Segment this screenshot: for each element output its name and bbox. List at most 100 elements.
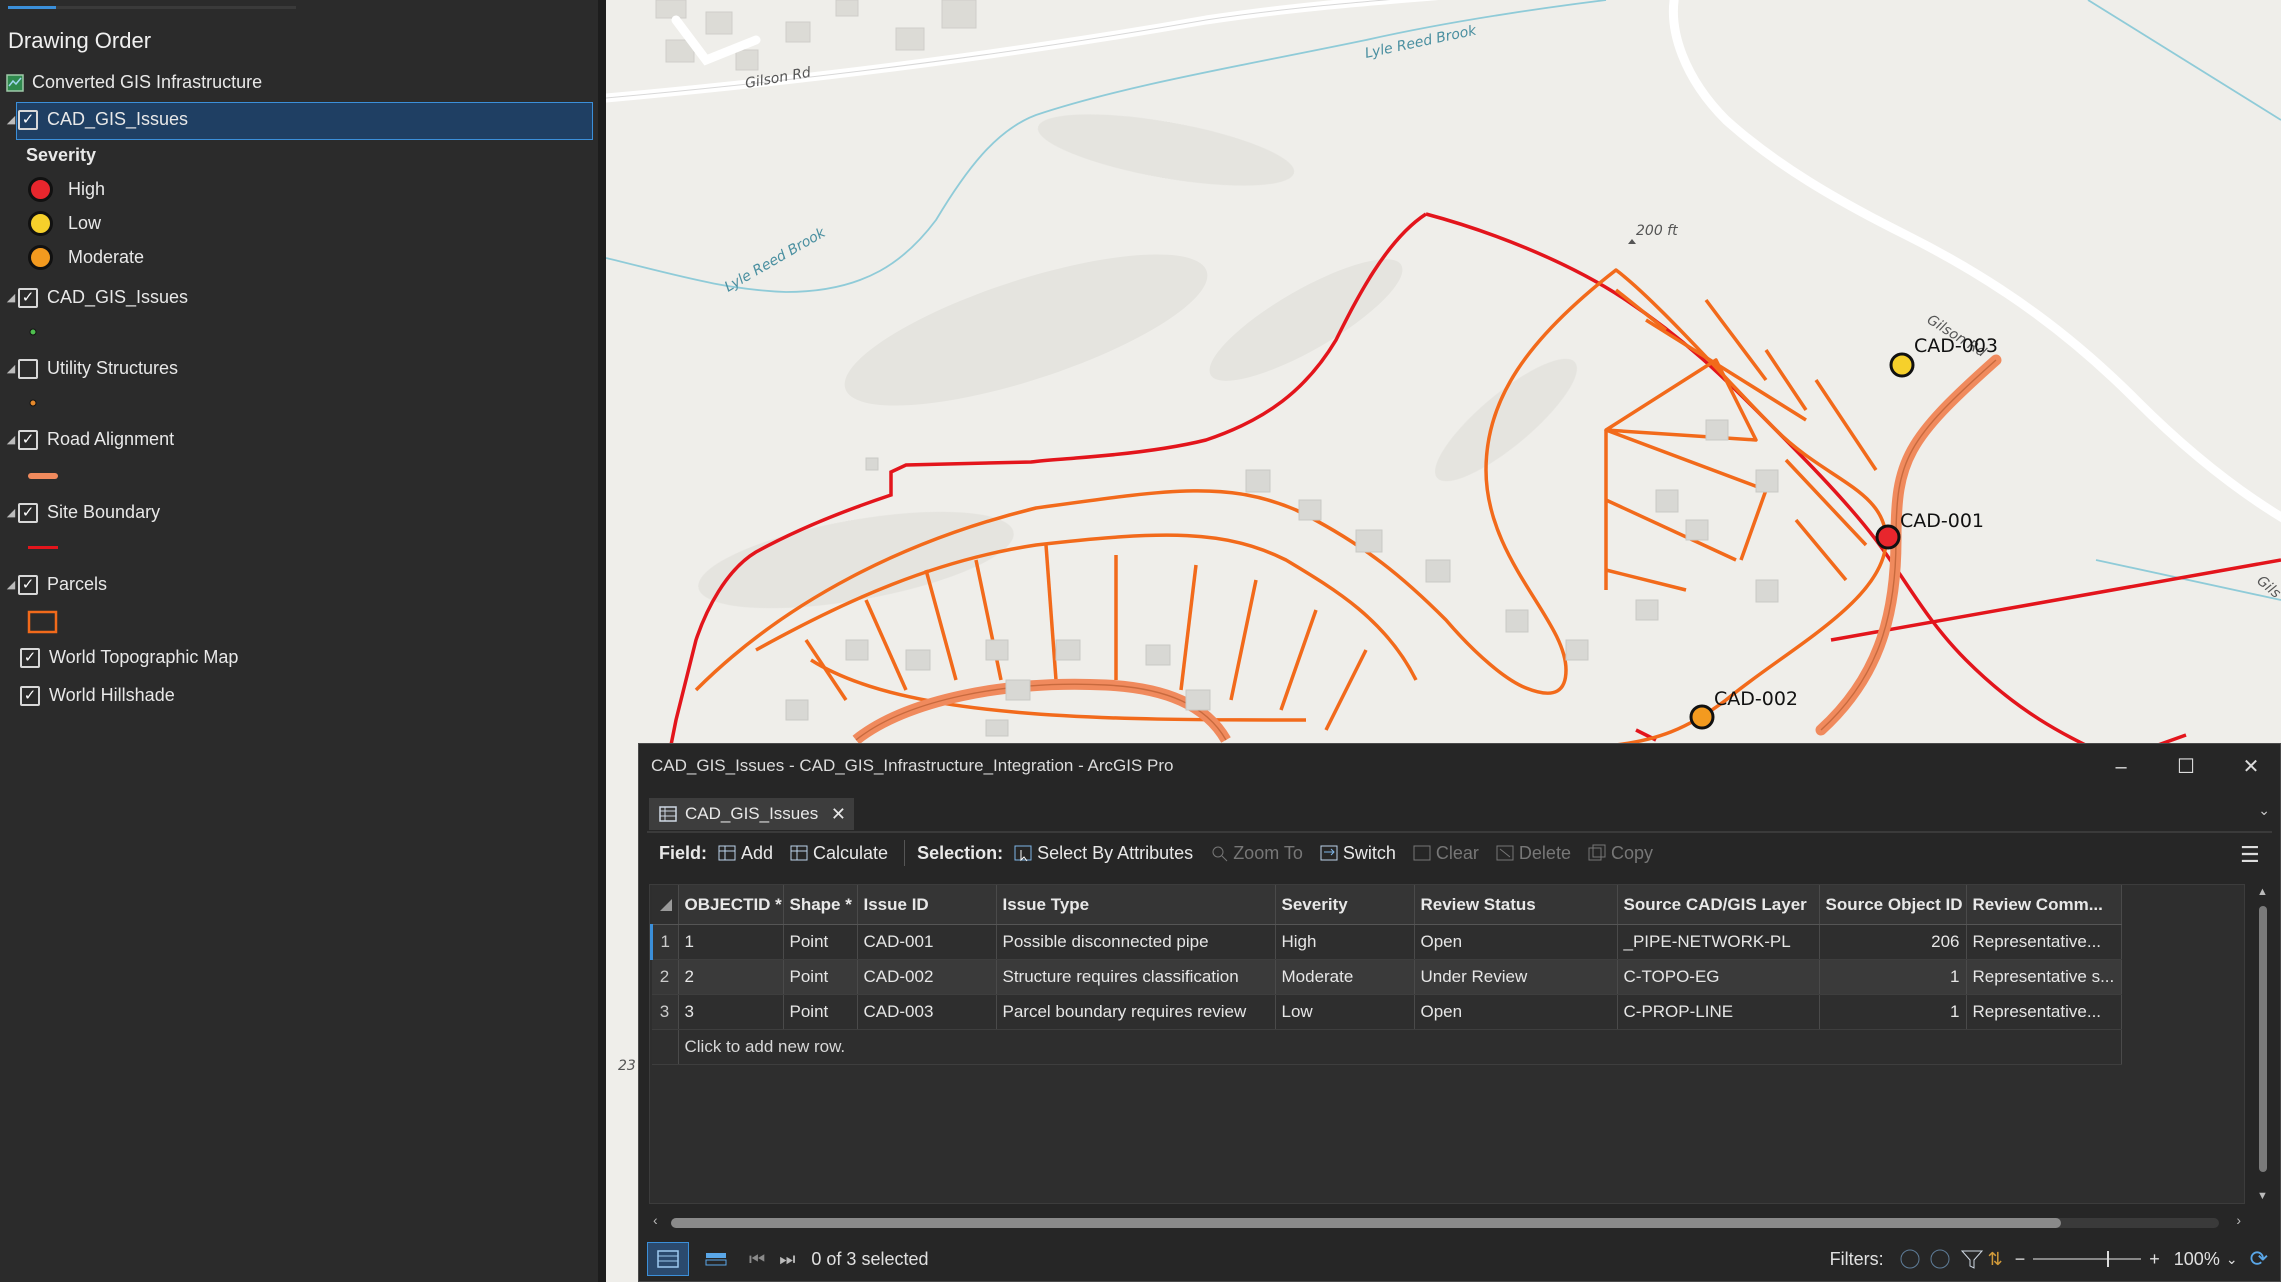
zoom-slider[interactable] — [2033, 1249, 2142, 1269]
extent-filter-icon[interactable] — [1898, 1248, 1922, 1270]
layer-world-hillshade[interactable]: ✓ World Hillshade — [20, 685, 175, 706]
expand-triangle-icon[interactable]: ◢ — [4, 578, 18, 591]
cell-severity[interactable]: Moderate — [1275, 959, 1415, 995]
column-header-severity[interactable]: Severity — [1275, 885, 1415, 925]
cell-source-layer[interactable]: C-PROP-LINE — [1617, 994, 1820, 1030]
cell-source-object-id[interactable]: 206 — [1819, 924, 1967, 960]
issue-point-cad-002[interactable] — [1689, 704, 1715, 730]
window-titlebar[interactable]: CAD_GIS_Issues - CAD_GIS_Infrastructure_… — [639, 744, 2280, 788]
row-number[interactable]: 1 — [650, 924, 679, 960]
cell-issue-id[interactable]: CAD-001 — [857, 924, 997, 960]
layer-visibility-checkbox[interactable]: ✓ — [20, 685, 40, 706]
hamburger-menu-icon[interactable]: ☰ — [2240, 842, 2262, 868]
cell-issue-id[interactable]: CAD-003 — [857, 994, 997, 1030]
zoom-level[interactable]: 100% — [2174, 1249, 2220, 1270]
refresh-icon[interactable]: ⟳ — [2250, 1246, 2268, 1272]
close-window-button[interactable]: ✕ — [2236, 752, 2266, 782]
sort-icon[interactable]: ⇅ — [1988, 1249, 2003, 1270]
add-new-row[interactable]: Click to add new row. — [651, 1029, 2122, 1065]
calculate-field-button[interactable]: Calculate — [789, 843, 888, 864]
layer-visibility-checkbox[interactable]: ✓ — [20, 647, 40, 668]
cell-review-status[interactable]: Open — [1414, 994, 1618, 1030]
show-all-records-button[interactable] — [647, 1242, 689, 1276]
table-row[interactable]: 1 1 Point CAD-001 Possible disconnected … — [650, 924, 2122, 960]
delete-selection-button[interactable]: Delete — [1495, 843, 1571, 864]
cell-review-comment[interactable]: Representative... — [1966, 994, 2122, 1030]
cell-shape[interactable]: Point — [783, 959, 858, 995]
table-row[interactable]: 3 3 Point CAD-003 Parcel boundary requir… — [651, 994, 2122, 1030]
select-by-attributes-button[interactable]: Select By Attributes — [1013, 843, 1193, 864]
layer-road-alignment[interactable]: ◢ ✓ Road Alignment — [4, 429, 174, 450]
chevron-down-icon[interactable]: ⌄ — [2226, 1251, 2238, 1268]
cell-source-layer[interactable]: _PIPE-NETWORK-PL — [1617, 924, 1820, 960]
layer-visibility-checkbox[interactable]: ✓ — [18, 574, 38, 595]
layer-visibility-checkbox[interactable]: ✓ — [18, 502, 38, 523]
attribute-grid[interactable]: OBJECTID * Shape * Issue ID Issue Type S… — [649, 884, 2245, 1204]
chevron-down-icon[interactable]: ⌄ — [2258, 802, 2270, 819]
pane-splitter[interactable] — [598, 0, 606, 1282]
horizontal-scrollbar[interactable]: ‹ › — [649, 1210, 2245, 1232]
expand-triangle-icon[interactable]: ◢ — [4, 506, 18, 519]
maximize-button[interactable]: ☐ — [2171, 752, 2201, 782]
first-record-icon[interactable]: ⏮ — [749, 1249, 765, 1270]
cell-shape[interactable]: Point — [783, 994, 858, 1030]
cell-shape[interactable]: Point — [783, 924, 858, 960]
definition-filter-icon[interactable] — [1928, 1248, 1952, 1270]
cell-review-comment[interactable]: Representative s... — [1966, 959, 2122, 995]
layer-visibility-checkbox[interactable]: ✓ — [18, 109, 38, 130]
cell-issue-type[interactable]: Parcel boundary requires review — [996, 994, 1276, 1030]
zoom-in-icon[interactable]: + — [2149, 1249, 2160, 1270]
layer-visibility-checkbox[interactable]: ✓ — [18, 287, 38, 308]
show-selected-records-button[interactable] — [695, 1242, 737, 1276]
layer-site-boundary[interactable]: ◢ ✓ Site Boundary — [4, 502, 160, 523]
layer-cad-gis-issues-severity[interactable]: ◢ ✓ CAD_GIS_Issues — [4, 109, 188, 130]
cell-objectid[interactable]: 1 — [678, 924, 784, 960]
zoom-to-button[interactable]: Zoom To — [1209, 843, 1303, 864]
cell-review-status[interactable]: Under Review — [1414, 959, 1618, 995]
cell-issue-type[interactable]: Structure requires classification — [996, 959, 1276, 995]
expand-triangle-icon[interactable]: ◢ — [4, 362, 18, 375]
cell-source-object-id[interactable]: 1 — [1819, 994, 1967, 1030]
expand-triangle-icon[interactable]: ◢ — [4, 291, 18, 304]
zoom-out-icon[interactable]: − — [2015, 1249, 2026, 1270]
clear-selection-button[interactable]: Clear — [1412, 843, 1479, 864]
column-header-objectid[interactable]: OBJECTID * — [678, 885, 784, 925]
cell-review-comment[interactable]: Representative... — [1966, 924, 2122, 960]
column-header-shape[interactable]: Shape * — [783, 885, 858, 925]
column-header-source-layer[interactable]: Source CAD/GIS Layer — [1617, 885, 1820, 925]
row-number[interactable]: 2 — [651, 959, 679, 995]
layer-parcels[interactable]: ◢ ✓ Parcels — [4, 574, 107, 595]
minimize-button[interactable]: – — [2106, 752, 2136, 782]
row-number[interactable]: 3 — [651, 994, 679, 1030]
cell-objectid[interactable]: 3 — [678, 994, 784, 1030]
cell-severity[interactable]: High — [1275, 924, 1415, 960]
layer-world-topographic-map[interactable]: ✓ World Topographic Map — [20, 647, 238, 668]
column-header-issue-id[interactable]: Issue ID — [857, 885, 997, 925]
cell-objectid[interactable]: 2 — [678, 959, 784, 995]
layer-visibility-checkbox[interactable] — [18, 358, 38, 379]
expand-triangle-icon[interactable]: ◢ — [4, 113, 18, 126]
select-all-corner[interactable] — [651, 885, 679, 925]
last-record-icon[interactable]: ⏭ — [779, 1249, 795, 1270]
layer-map-group[interactable]: Converted GIS Infrastructure — [6, 72, 262, 93]
copy-selection-button[interactable]: Copy — [1587, 843, 1653, 864]
cell-review-status[interactable]: Open — [1414, 924, 1618, 960]
column-header-review-comment[interactable]: Review Comm... — [1966, 885, 2122, 925]
add-field-button[interactable]: Add — [717, 843, 773, 864]
layer-cad-gis-issues[interactable]: ◢ ✓ CAD_GIS_Issues — [4, 287, 188, 308]
issue-point-cad-003[interactable] — [1889, 352, 1915, 378]
issue-point-cad-001[interactable] — [1875, 524, 1901, 550]
column-header-issue-type[interactable]: Issue Type — [996, 885, 1276, 925]
cell-severity[interactable]: Low — [1275, 994, 1415, 1030]
cell-issue-id[interactable]: CAD-002 — [857, 959, 997, 995]
table-row[interactable]: 2 2 Point CAD-002 Structure requires cla… — [651, 959, 2122, 995]
add-new-row-text[interactable]: Click to add new row. — [678, 1029, 2122, 1065]
filter-icon[interactable] — [1960, 1248, 1984, 1270]
layer-utility-structures[interactable]: ◢ Utility Structures — [4, 358, 178, 379]
expand-triangle-icon[interactable]: ◢ — [4, 433, 18, 446]
layer-visibility-checkbox[interactable]: ✓ — [18, 429, 38, 450]
tab-cad-gis-issues[interactable]: CAD_GIS_Issues ✕ — [649, 798, 854, 830]
column-header-review-status[interactable]: Review Status — [1414, 885, 1618, 925]
close-tab-icon[interactable]: ✕ — [831, 804, 846, 825]
switch-selection-button[interactable]: Switch — [1319, 843, 1396, 864]
